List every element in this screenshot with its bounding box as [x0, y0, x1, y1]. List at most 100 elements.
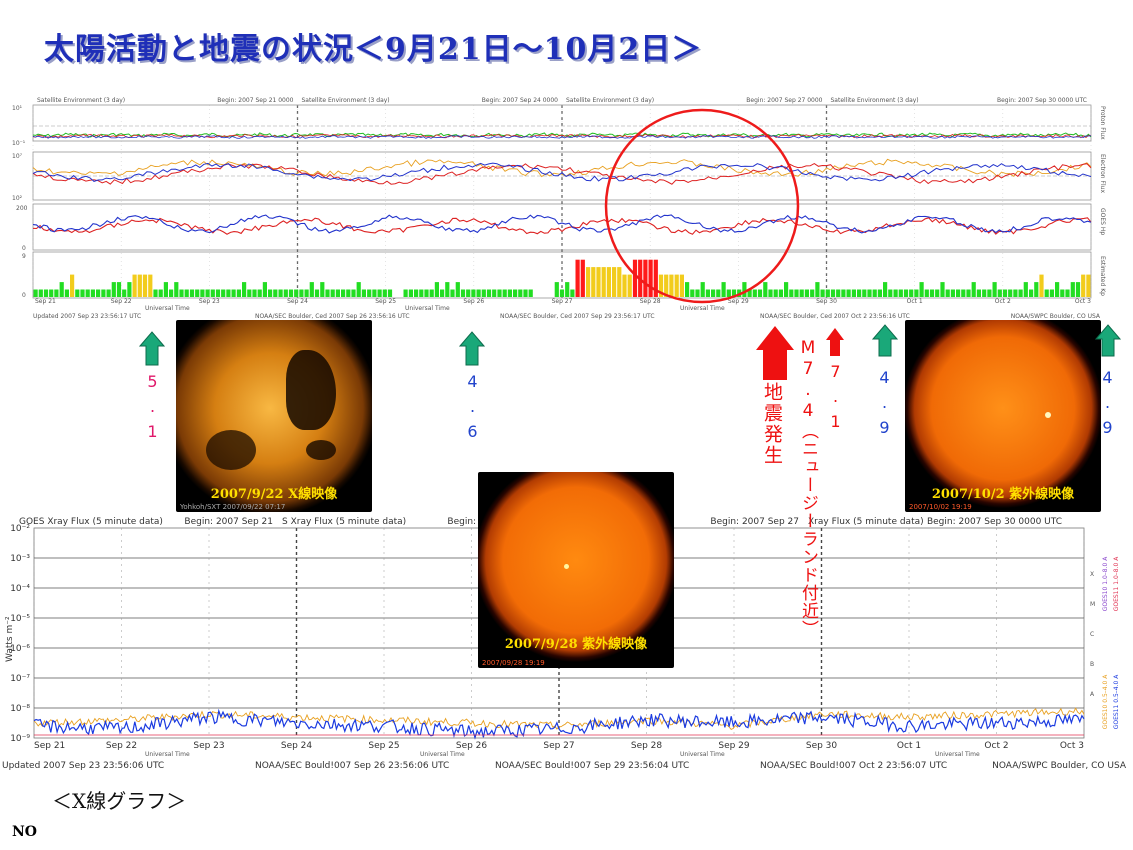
- kp-bar: [591, 267, 596, 297]
- xray-date-tick: Oct 3: [1060, 741, 1084, 751]
- kp-bar: [982, 289, 987, 297]
- kp-bar: [507, 289, 512, 297]
- top-date-tick: Sep 25: [375, 298, 396, 305]
- xray-class-C: C: [1090, 631, 1094, 638]
- xray-class-X: X: [1090, 571, 1094, 578]
- kp-bar: [528, 289, 533, 297]
- kp-bar: [106, 289, 111, 297]
- top-date-tick: Sep 28: [640, 298, 661, 305]
- kp-bar: [778, 289, 783, 297]
- quake-mag-5-1: 5.1: [143, 372, 162, 447]
- kp-bar: [486, 289, 492, 297]
- kp-bar: [877, 289, 882, 297]
- kp-bar: [64, 289, 69, 297]
- top-date-tick: Sep 29: [728, 298, 749, 305]
- kp-bar: [351, 289, 356, 297]
- kp-bar: [481, 289, 486, 297]
- xray-footer-1: NOAA/SEC Bould!007 Sep 26 23:56:06 UTC: [255, 761, 449, 771]
- top-date-tick: Oct 2: [995, 298, 1011, 305]
- kp-bar: [721, 282, 726, 297]
- kp-bar: [752, 289, 757, 297]
- kp-bar: [492, 289, 497, 297]
- xray-ut-label-4: Universal Time: [935, 751, 980, 758]
- kp-bar: [90, 289, 95, 297]
- kp-bar: [471, 289, 476, 297]
- arrow-up-icon: [458, 331, 486, 366]
- kp-bar: [924, 289, 929, 297]
- xray-header-right-0: Begin: 2007 Sep 21: [184, 517, 273, 527]
- kp-bar: [153, 289, 158, 297]
- kp-bar: [445, 282, 450, 297]
- kp-bar: [127, 282, 132, 297]
- sun3-stamp: 2007/10/02 19:19: [909, 503, 972, 511]
- kp-bar: [1081, 274, 1086, 297]
- kp-bar: [221, 289, 226, 297]
- kp-bar: [757, 289, 763, 297]
- kp-bar: [836, 289, 841, 297]
- xray-ut-label-1: Universal Time: [145, 751, 190, 758]
- xray-legend-item: GOES11 0.5–4.0 A: [1113, 674, 1120, 730]
- kp-bar: [596, 267, 601, 297]
- kp-bar: [1029, 289, 1034, 297]
- kp-bar: [888, 289, 893, 297]
- kp-bar: [867, 289, 872, 297]
- kp-bar: [419, 289, 424, 297]
- kp-bar: [476, 289, 481, 297]
- xray-header-left-1: S Xray Flux (5 minute data): [282, 517, 406, 527]
- sun-uv-image-0928: 2007/9/28 紫外線映像 2007/09/28 19:19: [478, 472, 674, 668]
- kp-bar: [992, 282, 997, 297]
- kp-bar: [810, 289, 815, 297]
- kp-bar: [257, 289, 262, 297]
- kp-bar: [789, 289, 794, 297]
- kp-bar: [606, 267, 611, 297]
- kp-bar: [1013, 289, 1018, 297]
- sun2-caption: 2007/9/28 紫外線映像: [504, 637, 648, 652]
- kp-bar: [1039, 274, 1044, 297]
- top-headers: Satellite Environment (3 day) Begin: 2007…: [37, 97, 1087, 104]
- kp-bar: [268, 289, 273, 297]
- top-date-tick: Sep 24: [287, 298, 308, 305]
- top-header-right-0: Begin: 2007 Sep 21 0000: [217, 97, 293, 104]
- kp-bar: [414, 289, 419, 297]
- kp-bar: [909, 289, 914, 297]
- kp-bar: [309, 282, 314, 297]
- kp-bar: [278, 289, 283, 297]
- xray-date-tick: Sep 24: [281, 741, 313, 751]
- kp-bar: [784, 282, 789, 297]
- quake-arrows: [138, 324, 1122, 380]
- kp-bar: [262, 282, 267, 297]
- kp-bar: [75, 289, 80, 297]
- kp-bar: [236, 289, 241, 297]
- kp-bar: [518, 289, 523, 297]
- kp-bar: [460, 289, 466, 297]
- kp-bar: [1049, 289, 1054, 297]
- kp-bar: [716, 289, 721, 297]
- hp-row-label: GOES Hp: [1099, 208, 1106, 235]
- top-header-left-1: Satellite Environment (3 day): [302, 97, 390, 104]
- top-footer-2: NOAA/SEC Boulder, Ced 2007 Sep 29 23:56:…: [500, 313, 655, 320]
- xray-ytick: 10⁻⁹: [10, 734, 30, 744]
- kp-bar: [294, 289, 299, 297]
- xray-ylabel: Watts m⁻²: [5, 616, 15, 662]
- kp-bar: [851, 289, 856, 297]
- kp-bar: [273, 289, 278, 297]
- kp-bar: [137, 274, 142, 297]
- kp-bar: [893, 289, 898, 297]
- kp-bar: [898, 289, 903, 297]
- highlight-circle: [604, 108, 800, 304]
- kp-bar: [1055, 282, 1060, 297]
- page-title: 太陽活動と地震の状況＜9月21日～10月2日＞: [44, 32, 703, 67]
- kp-bar: [643, 259, 648, 297]
- top-header-left-2: Satellite Environment (3 day): [566, 97, 654, 104]
- kp-bar: [111, 282, 116, 297]
- kp-bar: [288, 289, 294, 297]
- kp-bar: [554, 282, 559, 297]
- kp-bar: [976, 289, 981, 297]
- top-header-right-3: Begin: 2007 Sep 30 0000 UTC: [997, 97, 1087, 104]
- kp-bar: [205, 289, 210, 297]
- kp-bar: [612, 267, 617, 297]
- kp-bar: [669, 274, 674, 297]
- kp-bar: [122, 289, 127, 297]
- kp-bar: [424, 289, 429, 297]
- kp-bar: [575, 259, 580, 297]
